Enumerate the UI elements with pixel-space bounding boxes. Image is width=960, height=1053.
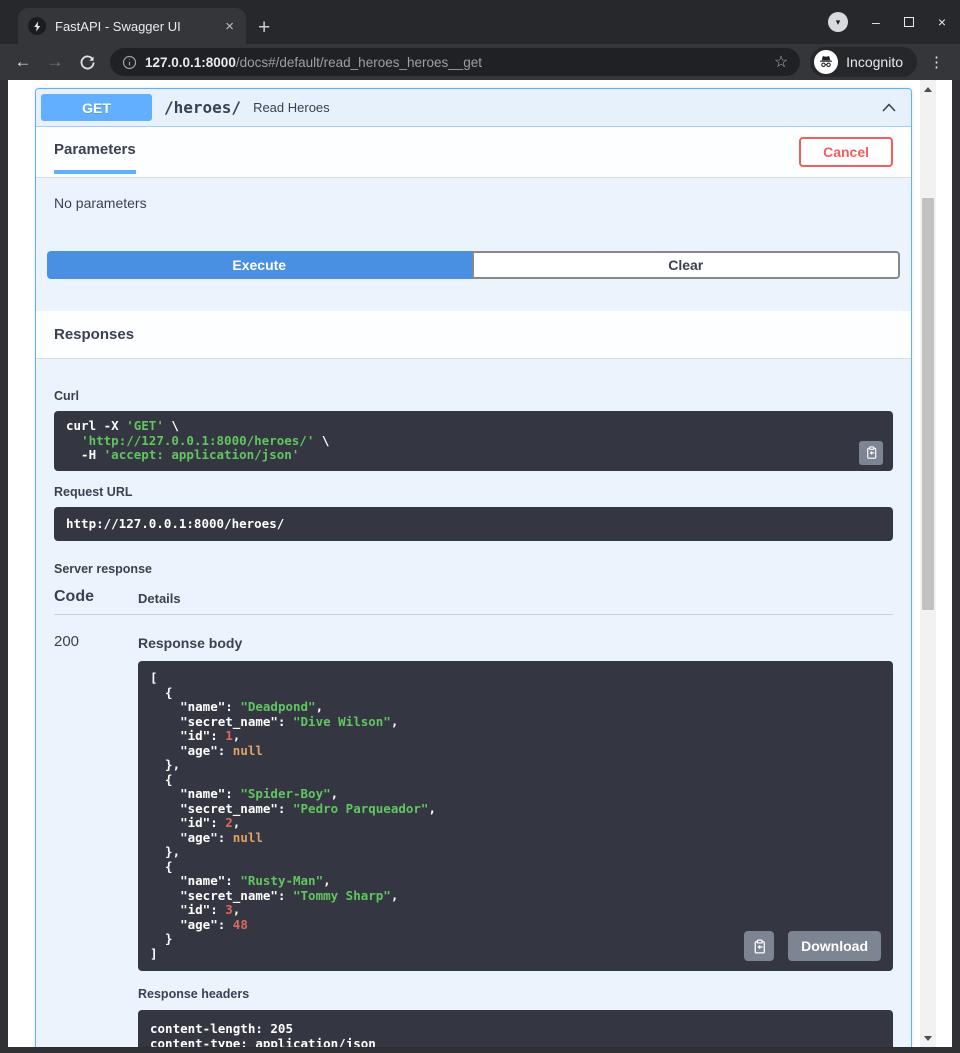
scroll-down-icon[interactable] [920,1031,936,1045]
response-body-label: Response body [138,635,893,651]
response-headers-block: content-length: 205content-type: applica… [138,1010,893,1047]
code-column-header: Code [54,588,138,606]
server-response-label: Server response [54,562,893,576]
incognito-badge: Incognito [810,47,917,77]
response-table-header: Code Details [54,588,893,615]
execute-wrapper: Execute Clear [36,251,911,299]
new-tab-button[interactable]: + [258,17,270,38]
parameters-section-header: Parameters Cancel [36,127,911,178]
swagger-page: GET /heroes/ Read Heroes Parameters Canc… [8,80,920,1047]
download-button[interactable]: Download [788,931,881,961]
browser-tab[interactable]: FastAPI - Swagger UI × [18,8,246,44]
copy-response-button[interactable] [744,931,774,961]
http-method-badge: GET [41,94,152,121]
tab-close-icon[interactable]: × [223,18,236,35]
endpoint-path: /heroes/ [164,98,241,117]
responses-inner: Curl curl -X 'GET' \ 'http://127.0.0.1:8… [36,359,911,1047]
reload-icon[interactable] [74,49,100,75]
window-controls: ▾ – × [828,12,946,32]
close-button[interactable]: × [938,15,946,29]
browser-toolbar: ← → 127.0.0.1:8000/docs#/default/read_he… [0,44,960,80]
chevron-up-icon[interactable] [879,98,899,118]
endpoint-summary: Read Heroes [253,100,330,115]
url-text[interactable]: 127.0.0.1:8000/docs#/default/read_heroes… [145,55,766,70]
no-parameters-text: No parameters [36,178,911,251]
opblock-summary[interactable]: GET /heroes/ Read Heroes [36,89,911,127]
vertical-scrollbar[interactable] [920,80,936,1047]
incognito-icon [814,50,838,74]
forward-icon[interactable]: → [42,49,68,75]
scrollbar-thumb[interactable] [922,198,934,610]
execute-button[interactable]: Execute [47,251,472,279]
details-column-header: Details [138,588,181,606]
tab-bar: FastAPI - Swagger UI × + ▾ – × [0,0,960,44]
fastapi-favicon-icon [28,17,46,35]
responses-section-header: Responses [36,311,911,359]
site-info-icon[interactable] [122,55,137,70]
request-url-label: Request URL [54,485,893,499]
clear-button[interactable]: Clear [472,251,901,279]
curl-command-block: curl -X 'GET' \ 'http://127.0.0.1:8000/h… [54,411,893,471]
url-bar[interactable]: 127.0.0.1:8000/docs#/default/read_heroes… [110,48,800,76]
tab-parameters[interactable]: Parameters [54,141,136,174]
request-url-block: http://127.0.0.1:8000/heroes/ [54,507,893,542]
status-code: 200 [54,633,138,1047]
response-body-block: [ { "name": "Deadpond", "secret_name": "… [138,661,893,971]
response-details: Response body [ { "name": "Deadpond", "s… [138,633,893,1047]
tab-title: FastAPI - Swagger UI [55,19,214,34]
response-body-actions: Download [744,931,881,961]
url-host: 127.0.0.1:8000 [145,55,236,70]
menu-icon[interactable]: ⋮ [923,53,950,71]
minimize-button[interactable]: – [872,15,880,29]
bookmark-star-icon[interactable]: ☆ [774,52,788,72]
url-path: /docs#/default/read_heroes_heroes__get [236,55,482,70]
browser-window: FastAPI - Swagger UI × + ▾ – × ← → 1 [0,0,960,1053]
maximize-button[interactable] [904,17,914,27]
cancel-button[interactable]: Cancel [799,137,893,167]
response-headers-label: Response headers [138,987,893,1001]
page-viewport: GET /heroes/ Read Heroes Parameters Canc… [8,80,952,1047]
incognito-label: Incognito [846,54,903,70]
copy-curl-button[interactable] [859,441,883,465]
back-icon[interactable]: ← [10,49,36,75]
curl-label: Curl [54,389,893,403]
opblock-get-heroes: GET /heroes/ Read Heroes Parameters Canc… [35,88,912,1047]
scroll-up-icon[interactable] [920,82,936,96]
response-row: 200 Response body [ { "name": "Deadpond"… [54,633,893,1047]
tab-search-icon[interactable]: ▾ [828,12,848,32]
